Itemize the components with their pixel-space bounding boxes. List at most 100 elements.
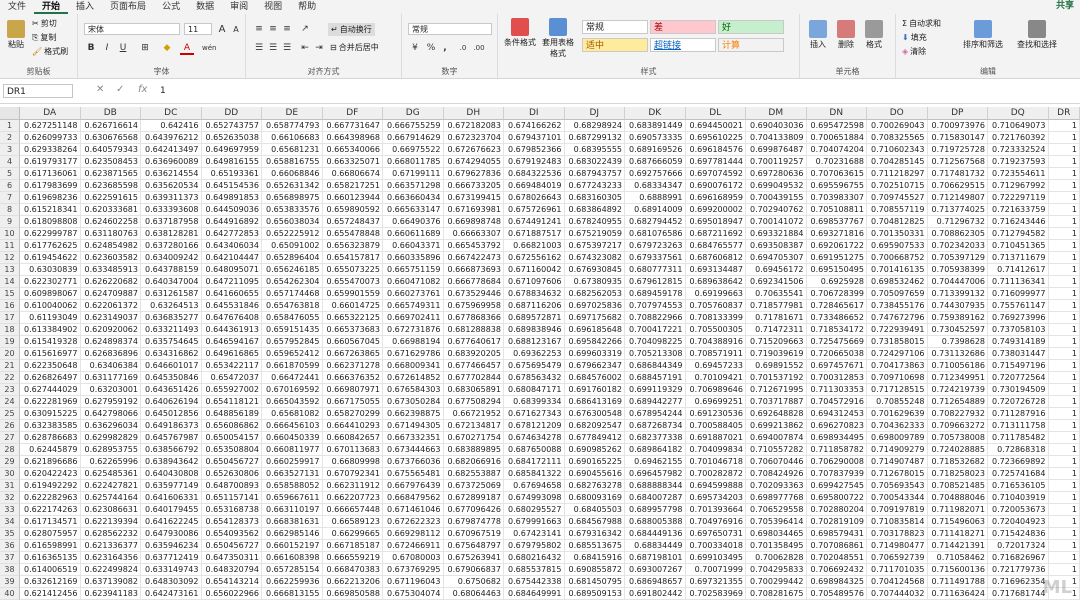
- table-cell[interactable]: 0.695610225: [685, 132, 746, 144]
- table-cell[interactable]: 0.684449136: [625, 528, 686, 540]
- table-cell[interactable]: 0.633149743: [141, 564, 202, 576]
- confirm-icon[interactable]: ✓: [116, 84, 124, 95]
- table-cell[interactable]: 0.70855248: [867, 396, 928, 408]
- table-cell[interactable]: 0.714421391: [927, 540, 988, 552]
- table-cell[interactable]: 0.619698236: [20, 192, 81, 204]
- table-cell[interactable]: 1: [1048, 144, 1080, 156]
- table-cell[interactable]: 0.66975522: [383, 144, 444, 156]
- table-cell[interactable]: 0.661608398: [262, 552, 323, 564]
- table-cell[interactable]: 0.656323879: [322, 240, 383, 252]
- column-header[interactable]: DE: [262, 107, 323, 120]
- table-cell[interactable]: 0.706728399: [806, 288, 867, 300]
- table-cell[interactable]: 0.653168738: [201, 504, 262, 516]
- table-cell[interactable]: 1: [1048, 348, 1080, 360]
- table-cell[interactable]: 0.673444663: [383, 444, 444, 456]
- formula-input[interactable]: 1: [160, 84, 166, 98]
- table-cell[interactable]: 1: [1048, 336, 1080, 348]
- table-cell[interactable]: 0.675969958: [443, 300, 504, 312]
- table-cell[interactable]: 0.636960089: [141, 156, 202, 168]
- format-as-table-button[interactable]: 套用表格格式: [540, 18, 576, 59]
- table-cell[interactable]: 0.640430808: [141, 468, 202, 480]
- table-cell[interactable]: 0.652896404: [262, 252, 323, 264]
- style-good[interactable]: 好: [718, 20, 784, 34]
- table-cell[interactable]: 0.710451365: [988, 240, 1049, 252]
- table-cell[interactable]: 0.622499824: [80, 564, 141, 576]
- table-cell[interactable]: 0.695842266: [564, 336, 625, 348]
- spreadsheet-grid[interactable]: DA DB DC DD DE DF DG DH DI DJ DK DL DM DN DO DP DQ DR 1 0.6…: [0, 107, 1080, 602]
- row-header[interactable]: 31: [0, 480, 20, 492]
- table-cell[interactable]: 0.693271816: [806, 228, 867, 240]
- table-cell[interactable]: 1: [1048, 408, 1080, 420]
- table-cell[interactable]: 0.681076586: [625, 228, 686, 240]
- table-cell[interactable]: 1: [1048, 276, 1080, 288]
- table-cell[interactable]: 0.708862305: [927, 228, 988, 240]
- border-icon[interactable]: ⊞: [138, 42, 152, 55]
- table-cell[interactable]: 0.711636424: [927, 588, 988, 600]
- percent-button[interactable]: %: [424, 42, 438, 55]
- table-cell[interactable]: 0.637280166: [141, 240, 202, 252]
- table-cell[interactable]: 0.700269043: [867, 120, 928, 132]
- table-cell[interactable]: 0.709197819: [867, 504, 928, 516]
- table-cell[interactable]: 0.652635038: [201, 132, 262, 144]
- style-calc[interactable]: 计算: [718, 38, 784, 52]
- table-cell[interactable]: 0.642473161: [141, 588, 202, 600]
- style-hyperlink[interactable]: 超链接: [650, 38, 716, 52]
- table-cell[interactable]: 0.635754645: [141, 336, 202, 348]
- table-cell[interactable]: 0.711701035: [867, 564, 928, 576]
- table-cell[interactable]: 0.70635541: [746, 288, 807, 300]
- table-cell[interactable]: 0.679316342: [564, 528, 625, 540]
- table-cell[interactable]: 1: [1048, 564, 1080, 576]
- table-cell[interactable]: 0.667185187: [322, 540, 383, 552]
- row-header[interactable]: 2: [0, 132, 20, 144]
- table-cell[interactable]: 0.700439155: [746, 192, 807, 204]
- table-cell[interactable]: 0.678121209: [504, 420, 565, 432]
- style-bad[interactable]: 差: [650, 20, 716, 34]
- table-cell[interactable]: 0.66299665: [322, 528, 383, 540]
- table-cell[interactable]: 0.641622245: [141, 516, 202, 528]
- table-cell[interactable]: 0.642772853: [201, 228, 262, 240]
- table-cell[interactable]: 0.636835277: [141, 312, 202, 324]
- table-cell[interactable]: 0.663527131: [262, 468, 323, 480]
- table-cell[interactable]: 0.720772564: [988, 372, 1049, 384]
- row-header[interactable]: 34: [0, 516, 20, 528]
- table-cell[interactable]: 0.722297119: [988, 192, 1049, 204]
- table-cell[interactable]: 0.720665038: [806, 348, 867, 360]
- row-header[interactable]: 11: [0, 240, 20, 252]
- table-cell[interactable]: 0.669298112: [383, 528, 444, 540]
- table-cell[interactable]: 0.720053673: [988, 504, 1049, 516]
- table-cell[interactable]: 0.679991663: [504, 516, 565, 528]
- table-cell[interactable]: 1: [1048, 480, 1080, 492]
- table-cell[interactable]: 0.660611689: [383, 228, 444, 240]
- tab-8[interactable]: 帮助: [290, 0, 324, 14]
- table-cell[interactable]: 0.667263865: [322, 348, 383, 360]
- table-cell[interactable]: 0.631261587: [141, 288, 202, 300]
- table-cell[interactable]: 0.633485913: [80, 264, 141, 276]
- table-cell[interactable]: 0.686844349: [625, 360, 686, 372]
- column-header[interactable]: DH: [443, 107, 504, 120]
- table-cell[interactable]: 0.721779736: [988, 564, 1049, 576]
- table-cell[interactable]: 0.711418271: [927, 528, 988, 540]
- table-cell[interactable]: 0.675304074: [383, 588, 444, 600]
- row-header[interactable]: 40: [0, 588, 20, 600]
- table-cell[interactable]: 0.738455176: [867, 300, 928, 312]
- table-cell[interactable]: 0.715424836: [988, 528, 1049, 540]
- table-cell[interactable]: 1: [1048, 120, 1080, 132]
- table-cell[interactable]: 0.700543344: [867, 492, 928, 504]
- table-cell[interactable]: 0.722939491: [867, 324, 928, 336]
- table-cell[interactable]: 0.623508453: [80, 156, 141, 168]
- table-cell[interactable]: 1: [1048, 468, 1080, 480]
- column-header[interactable]: DR: [1048, 107, 1080, 120]
- table-cell[interactable]: 0.641660655: [201, 288, 262, 300]
- table-cell[interactable]: 0.6925928: [806, 276, 867, 288]
- table-cell[interactable]: 0.656898975: [262, 192, 323, 204]
- row-header[interactable]: 22: [0, 372, 20, 384]
- table-cell[interactable]: 0.667175055: [322, 396, 383, 408]
- table-cell[interactable]: 0.669850588: [322, 588, 383, 600]
- table-cell[interactable]: 0.707974553: [625, 300, 686, 312]
- align-middle-icon[interactable]: ≡: [266, 23, 280, 36]
- table-cell[interactable]: 0.672134817: [443, 420, 504, 432]
- row-header[interactable]: 20: [0, 348, 20, 360]
- sort-filter-button[interactable]: 排序和筛选: [958, 20, 1008, 50]
- table-cell[interactable]: 0.677508294: [443, 396, 504, 408]
- table-cell[interactable]: 0.627444029: [20, 384, 81, 396]
